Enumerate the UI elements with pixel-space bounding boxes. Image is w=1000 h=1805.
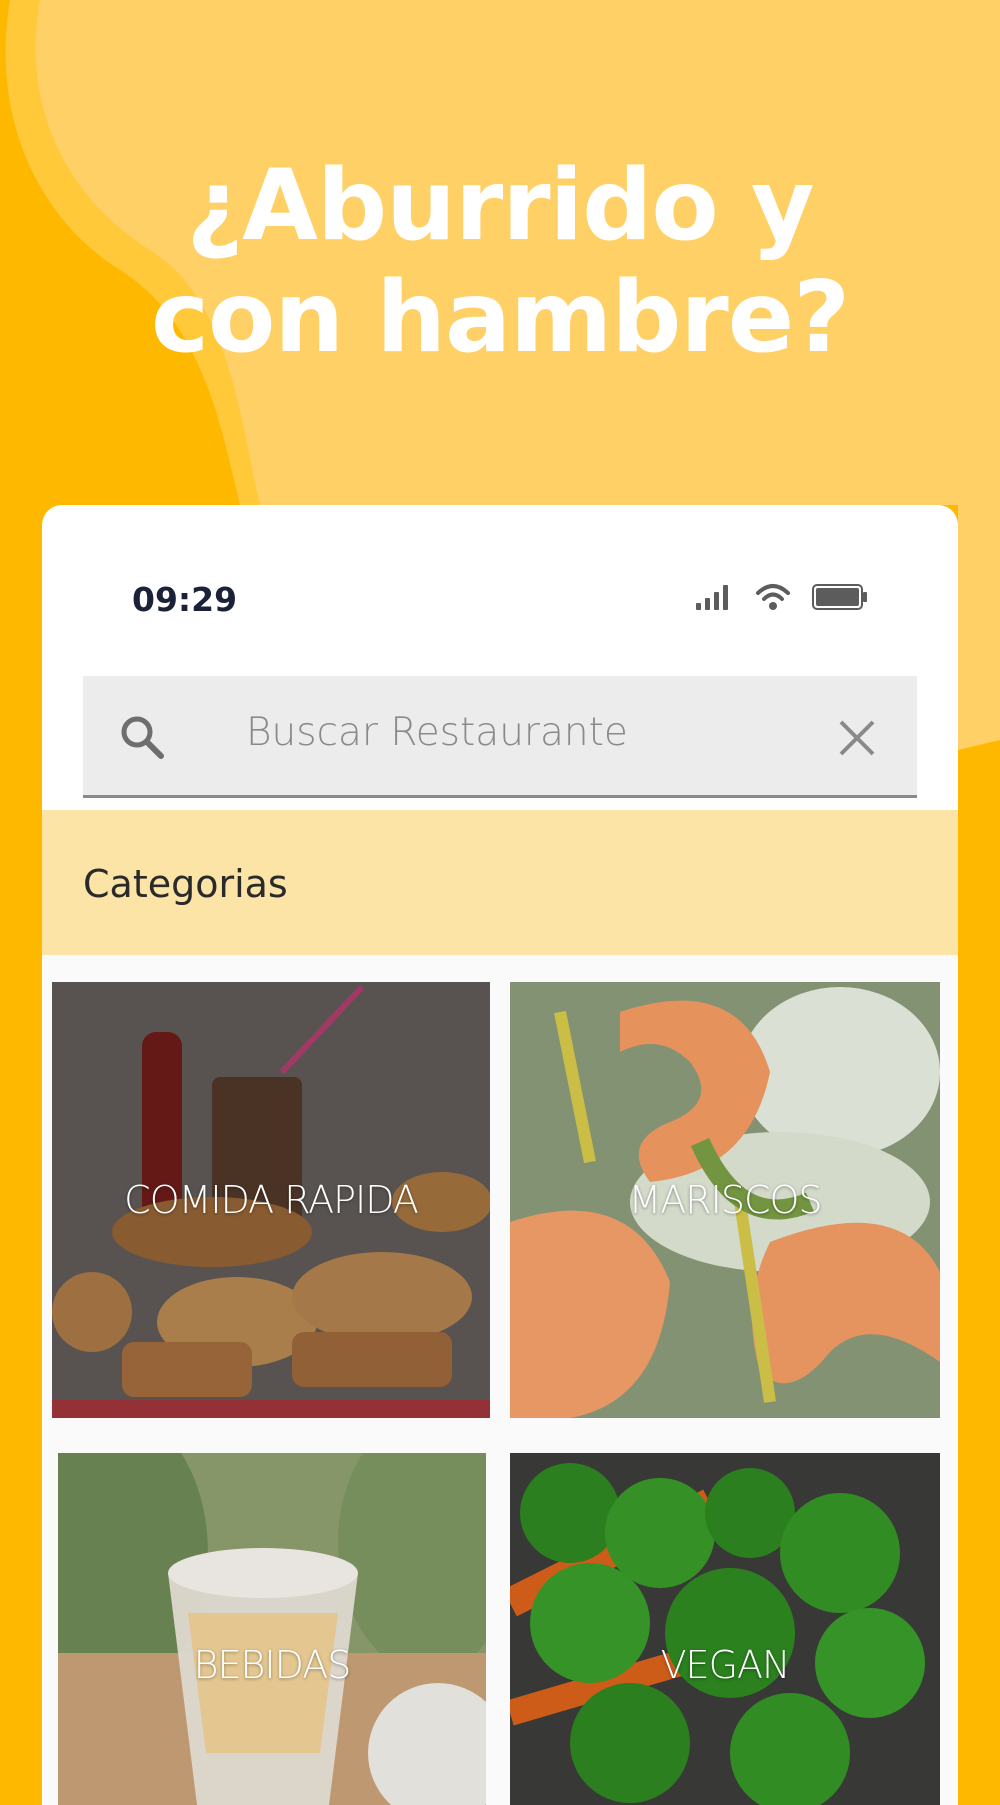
category-tile-mariscos[interactable]: MARISCOS xyxy=(510,982,940,1418)
wifi-icon xyxy=(756,584,790,610)
headline: ¿Aburrido y con hambre? xyxy=(0,150,1000,374)
search-icon xyxy=(121,716,164,759)
status-bar: 09:29 xyxy=(42,505,958,655)
search-bar[interactable]: Buscar Restaurante xyxy=(83,676,917,798)
drinks-image xyxy=(58,1453,486,1805)
category-tile-bebidas[interactable]: BEBIDAS xyxy=(58,1453,486,1805)
phone-screen: 09:29 Buscar Restaurante Categorias COMI… xyxy=(42,505,958,1805)
signal-icon xyxy=(696,585,728,610)
category-label: BEBIDAS xyxy=(193,1643,352,1687)
headline-line-2: con hambre? xyxy=(150,261,850,375)
battery-icon xyxy=(812,584,867,610)
category-label: MARISCOS xyxy=(628,1178,822,1222)
headline-line-1: ¿Aburrido y xyxy=(186,149,814,263)
category-label: VEGAN xyxy=(660,1643,791,1687)
category-tile-vegan[interactable]: VEGAN xyxy=(510,1453,940,1805)
close-icon[interactable] xyxy=(837,718,877,758)
vegan-image xyxy=(510,1453,940,1805)
category-tile-comida-rapida[interactable]: COMIDA RAPIDA xyxy=(52,982,490,1418)
category-label: COMIDA RAPIDA xyxy=(124,1178,419,1222)
categories-header: Categorias xyxy=(42,810,958,955)
status-time: 09:29 xyxy=(132,580,238,619)
search-input[interactable]: Buscar Restaurante xyxy=(246,710,628,755)
categories-title: Categorias xyxy=(83,862,288,906)
